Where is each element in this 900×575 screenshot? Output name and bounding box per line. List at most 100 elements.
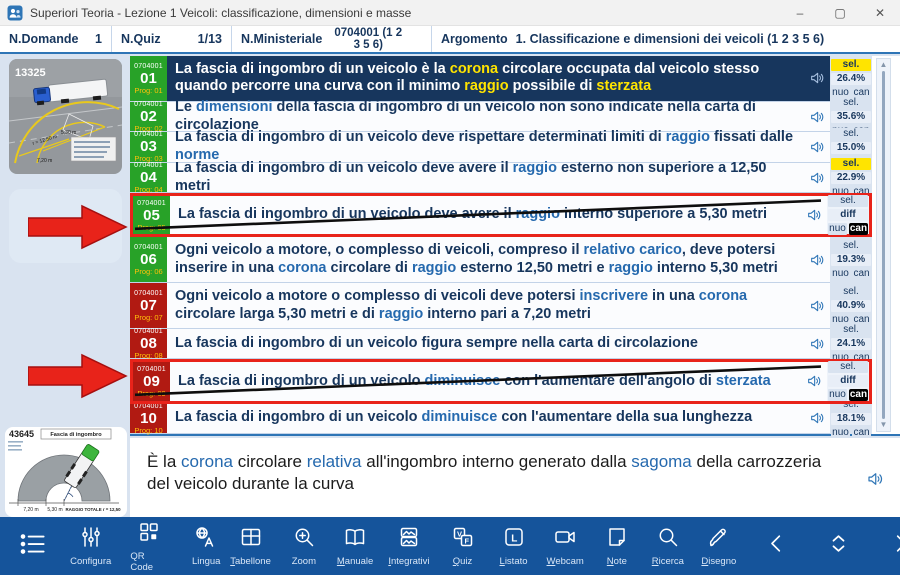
speaker-icon[interactable] — [804, 283, 830, 328]
can-button[interactable]: can — [849, 223, 868, 235]
truck-turning-radius-image[interactable]: 13325 r = 12,50 m 5,30 m 7,20 m — [9, 59, 122, 174]
question-row[interactable]: 070400102Prog: 02Le dimensioni della fas… — [130, 102, 872, 133]
question-row[interactable]: 070400108Prog: 08La fascia di ingombro d… — [130, 329, 872, 360]
sel-cell[interactable]: sel. — [831, 286, 871, 298]
toolbar-button-qr-code[interactable]: QR Code — [127, 520, 171, 573]
stat-value: 35.6% — [831, 111, 871, 123]
window-title: Superiori Teoria - Lezione 1 Veicoli: cl… — [30, 6, 411, 20]
stat-value: 40.9% — [831, 300, 871, 312]
scrollbar[interactable]: ▲ ▼ — [876, 58, 891, 432]
qr-code-icon — [137, 520, 161, 549]
toolbar-button-tabellone[interactable]: Tabellone — [227, 525, 274, 567]
speaker-icon[interactable] — [804, 132, 830, 162]
toolbar-button-chevron-left[interactable] — [756, 530, 798, 562]
speaker-icon[interactable] — [801, 362, 827, 400]
svg-text:F: F — [464, 536, 469, 545]
toolbar-button-menu-list[interactable] — [12, 529, 54, 564]
lingua-icon — [194, 525, 218, 554]
question-row[interactable]: 070400103Prog: 03La fascia di ingombro d… — [130, 132, 872, 163]
can-button[interactable]: can — [852, 268, 871, 280]
sel-cell[interactable]: sel. — [831, 59, 871, 71]
nuo-button[interactable]: nuo — [828, 389, 847, 401]
toolbar-button-quiz[interactable]: VFQuiz — [442, 525, 484, 567]
stat-value: 22.9% — [831, 172, 871, 184]
tool-label: Tabellone — [230, 556, 271, 567]
question-row[interactable]: 070400105Prog: 05La fascia di ingombro d… — [130, 193, 872, 237]
sel-cell[interactable]: sel. — [828, 195, 868, 207]
speaker-icon[interactable] — [804, 329, 830, 359]
speaker-icon[interactable] — [804, 163, 830, 193]
toolbar-button-manuale[interactable]: Manuale — [334, 525, 376, 567]
svg-text:RAGGIO TOTALE r = 12,50: RAGGIO TOTALE r = 12,50 — [65, 507, 121, 512]
question-row[interactable]: 070400107Prog: 07Ogni veicolo a motore o… — [130, 283, 872, 329]
stat-value: 26.4% — [831, 73, 871, 85]
question-row[interactable]: 070400104Prog: 04La fascia di ingombro d… — [130, 163, 872, 194]
bottom-toolbar: Configura QR Code Lingua Tabellone ZoomManu… — [0, 517, 900, 575]
configura-icon — [79, 525, 103, 554]
toolbar-button-webcam[interactable]: Webcam — [544, 525, 587, 567]
sel-cell[interactable]: sel. — [828, 361, 868, 373]
explanation-speaker-icon[interactable] — [866, 470, 884, 488]
question-stats: sel.40.9%nuocan — [830, 283, 872, 329]
speaker-icon[interactable] — [804, 404, 830, 434]
question-row[interactable]: 070400110Prog: 10La fascia di ingombro d… — [130, 404, 872, 435]
question-stats: sel.19.3%nuocan — [830, 237, 872, 283]
question-number-badge: 070400107Prog: 07 — [130, 283, 167, 328]
speaker-icon[interactable] — [804, 102, 830, 132]
note-icon — [605, 525, 629, 554]
tool-label: Lingua — [192, 556, 221, 567]
svg-text:5,30 m: 5,30 m — [47, 507, 62, 513]
image-code-label: 43645 — [9, 429, 34, 439]
toolbar-button-zoom[interactable]: Zoom — [283, 525, 325, 567]
tool-label: Listato — [500, 556, 528, 567]
toolbar-button-listato[interactable]: L Listato — [493, 525, 535, 567]
question-text: La fascia di ingombro di un veicolo figu… — [167, 329, 804, 359]
can-button[interactable]: can — [849, 389, 868, 401]
nuo-button[interactable]: nuo — [831, 427, 850, 439]
question-stats: sel.18.1%nuocan — [830, 404, 872, 435]
image-code-label: 13325 — [15, 67, 46, 79]
toolbar-button-integrativi[interactable]: Integrativi — [385, 525, 432, 567]
toolbar-button-chevron-updown[interactable] — [818, 530, 860, 562]
toolbar-button-lingua[interactable]: Lingua — [185, 525, 227, 567]
speaker-icon[interactable] — [801, 196, 827, 234]
sel-cell[interactable]: sel. — [831, 240, 871, 252]
toolbar-button-ricerca[interactable]: Ricerca — [647, 525, 689, 567]
nuo-button[interactable]: nuo — [831, 268, 850, 280]
speaker-icon[interactable] — [804, 56, 830, 101]
sidebar: 13325 r = 12,50 m 5,30 m 7,20 m — [0, 56, 130, 517]
question-number-badge: 070400101Prog: 01 — [130, 56, 167, 101]
field-n-ministeriale: N.Ministeriale 0704001 (1 2 3 5 6) — [232, 26, 432, 52]
sel-cell[interactable]: sel. — [831, 128, 871, 140]
toolbar-button-note[interactable]: Note — [596, 525, 638, 567]
toolbar-nav-group — [756, 530, 900, 562]
toolbar-button-disegno[interactable]: Disegno — [698, 525, 740, 567]
listato-icon: L — [502, 525, 526, 554]
question-number-badge: 070400105Prog: 05 — [133, 196, 170, 234]
toolbar-button-configura[interactable]: Configura — [68, 525, 113, 567]
close-button[interactable]: ✕ — [860, 0, 900, 25]
question-row[interactable]: 070400106Prog: 06Ogni veicolo a motore, … — [130, 237, 872, 283]
sel-cell[interactable]: sel. — [831, 97, 871, 109]
stat-value: 18.1% — [831, 413, 871, 425]
can-button[interactable]: can — [852, 427, 871, 439]
question-row[interactable]: 070400101Prog: 01La fascia di ingombro d… — [130, 56, 872, 102]
scroll-down-icon[interactable]: ▼ — [880, 421, 888, 429]
fascia-ingombro-image[interactable]: 43645 Fascia di ingombro — [5, 427, 127, 517]
maximize-button[interactable]: ▢ — [820, 0, 860, 25]
tabellone-icon — [239, 525, 263, 554]
scrollbar-thumb[interactable] — [882, 71, 885, 419]
tool-label: Ricerca — [652, 556, 684, 567]
nuo-button[interactable]: nuo — [828, 223, 847, 235]
sel-cell[interactable]: sel. — [831, 324, 871, 336]
question-row[interactable]: 070400109Prog: 09La fascia di ingombro d… — [130, 359, 872, 403]
question-number-badge: 070400102Prog: 02 — [130, 102, 167, 132]
toolbar-button-chevron-right[interactable] — [880, 530, 900, 562]
minimize-button[interactable]: – — [780, 0, 820, 25]
speaker-icon[interactable] — [804, 237, 830, 282]
sel-cell[interactable]: sel. — [831, 158, 871, 170]
chevron-updown-icon — [825, 530, 852, 562]
ricerca-icon — [656, 525, 680, 554]
scroll-up-icon[interactable]: ▲ — [880, 61, 888, 69]
explanation-panel: È la corona circolare relativa all'ingom… — [130, 438, 900, 517]
